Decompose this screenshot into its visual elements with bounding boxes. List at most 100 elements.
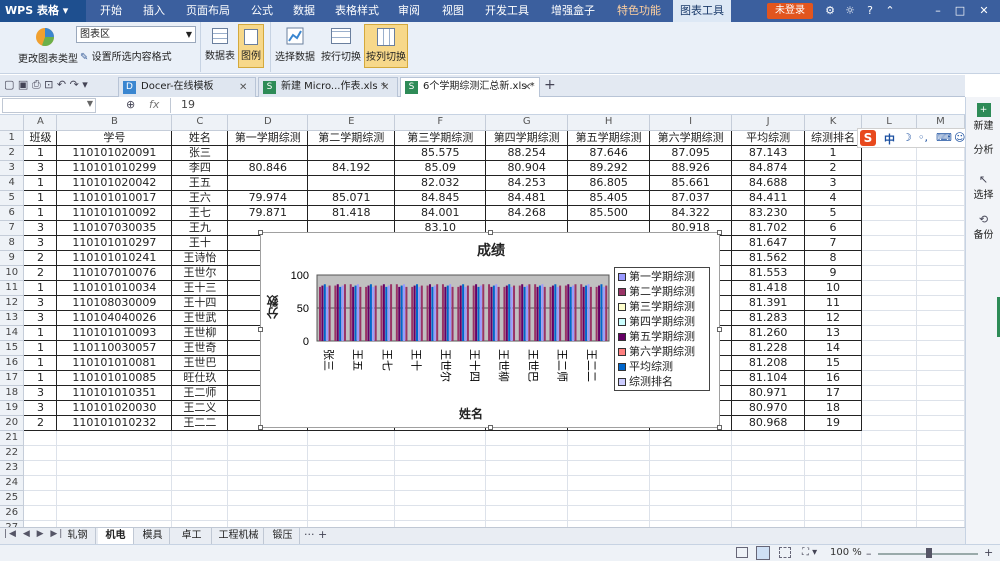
header-cell[interactable]: 姓名	[171, 130, 229, 146]
cell[interactable]	[649, 445, 733, 461]
close-icon[interactable]: ✕	[976, 3, 992, 19]
cell[interactable]: 3	[23, 385, 58, 401]
cell[interactable]	[394, 445, 487, 461]
tab-close-icon[interactable]: ✕	[381, 79, 393, 97]
cell[interactable]	[485, 520, 569, 527]
resize-handle[interactable]	[717, 327, 722, 332]
cell[interactable]	[804, 490, 863, 506]
cell[interactable]: 84.874	[731, 160, 806, 176]
cell[interactable]	[804, 505, 863, 521]
cell[interactable]	[56, 505, 173, 521]
new-doc-panel-button[interactable]: + 新建	[966, 103, 1000, 132]
user-icon[interactable]: ☺	[954, 131, 965, 144]
format-selection-button[interactable]: ✎ 设置所选内容格式	[80, 50, 200, 66]
cell[interactable]	[394, 475, 487, 491]
cell[interactable]: 84.268	[485, 205, 569, 221]
sheet-tab[interactable]: 锻压	[266, 528, 300, 544]
cell[interactable]	[56, 520, 173, 527]
cell[interactable]: 1	[23, 145, 58, 161]
cell[interactable]: 110101010297	[56, 235, 173, 251]
cell[interactable]	[916, 430, 965, 446]
header-cell[interactable]: 第三学期综测	[394, 130, 487, 146]
tab-close-icon[interactable]: ✕	[523, 79, 535, 97]
cell[interactable]: 2	[804, 160, 863, 176]
cell[interactable]: 110110030057	[56, 340, 173, 356]
cell[interactable]	[916, 445, 965, 461]
cell[interactable]: 4	[804, 190, 863, 206]
row-header[interactable]: 10	[0, 265, 25, 281]
cell[interactable]	[804, 445, 863, 461]
row-header[interactable]: 5	[0, 190, 25, 206]
row-header[interactable]: 6	[0, 205, 25, 221]
cell[interactable]	[861, 355, 917, 371]
fullscreen-icon[interactable]: ⛶ ▾	[802, 547, 817, 558]
new-file-icon[interactable]: ▢	[4, 78, 14, 91]
tab-close-icon[interactable]: ✕	[239, 79, 251, 97]
cell[interactable]: 81.562	[731, 250, 806, 266]
legend-entry[interactable]: 第三学期综测	[618, 300, 695, 314]
cell[interactable]	[916, 415, 965, 431]
cell[interactable]	[23, 475, 58, 491]
punctuation-icon[interactable]: ☽	[902, 131, 912, 144]
header-cell[interactable]: 学号	[56, 130, 173, 146]
cell[interactable]	[916, 400, 965, 416]
cell[interactable]	[307, 490, 396, 506]
cell[interactable]	[227, 445, 309, 461]
cell[interactable]	[394, 430, 487, 446]
cell[interactable]	[861, 400, 917, 416]
menu-tab[interactable]: 数据	[286, 0, 322, 22]
cell[interactable]: 2	[23, 415, 58, 431]
cell[interactable]: 3	[23, 295, 58, 311]
cell[interactable]: 王世尔	[171, 265, 229, 281]
cell[interactable]	[916, 190, 965, 206]
row-header[interactable]: 1	[0, 130, 25, 146]
redo-icon[interactable]: ↷	[70, 78, 79, 91]
page-break-icon[interactable]	[779, 547, 791, 558]
column-header[interactable]: E	[307, 115, 396, 131]
cell[interactable]	[861, 160, 917, 176]
cell[interactable]	[861, 280, 917, 296]
normal-view-icon[interactable]	[736, 547, 748, 558]
column-header[interactable]: J	[731, 115, 806, 131]
cell[interactable]	[916, 340, 965, 356]
save-icon[interactable]: ▣	[18, 78, 28, 91]
cell[interactable]	[171, 505, 229, 521]
cell[interactable]: 81.418	[731, 280, 806, 296]
resize-handle[interactable]	[488, 425, 493, 430]
header-cell[interactable]: 第四学期综测	[485, 130, 569, 146]
cell[interactable]	[916, 475, 965, 491]
sheet-tab[interactable]: 卓工	[172, 528, 212, 544]
cell[interactable]: 王诗怡	[171, 250, 229, 266]
header-cell[interactable]: 第六学期综测	[649, 130, 733, 146]
row-header[interactable]: 7	[0, 220, 25, 236]
header-cell[interactable]: 班级	[23, 130, 58, 146]
cell[interactable]	[861, 220, 917, 236]
row-header[interactable]: 23	[0, 460, 25, 476]
fullwidth-icon[interactable]: ◦,	[918, 131, 928, 144]
cell[interactable]: 81.418	[307, 205, 396, 221]
cell[interactable]	[916, 280, 965, 296]
skin-icon[interactable]: ☼	[842, 3, 858, 19]
cell[interactable]: 1	[804, 145, 863, 161]
cell[interactable]	[861, 295, 917, 311]
legend-entry[interactable]: 第二学期综测	[618, 285, 695, 299]
cell[interactable]	[485, 505, 569, 521]
row-header[interactable]: 24	[0, 475, 25, 491]
cell[interactable]: 14	[804, 340, 863, 356]
zoom-out-icon[interactable]: –	[866, 547, 872, 560]
plot-area[interactable]: 100 50 0 张三 王五 王七 王十 王世尔 王十四 王世柳 王世巴 王二师 王二二	[291, 270, 610, 382]
page-layout-icon[interactable]	[756, 546, 770, 560]
cell[interactable]: 王二义	[171, 400, 229, 416]
cell[interactable]: 110101010241	[56, 250, 173, 266]
cell[interactable]: 3	[804, 175, 863, 191]
cell[interactable]	[804, 520, 863, 527]
cell[interactable]: 18	[804, 400, 863, 416]
cell[interactable]: 1	[23, 205, 58, 221]
cell[interactable]	[861, 190, 917, 206]
resize-handle[interactable]	[258, 425, 263, 430]
cell[interactable]	[916, 220, 965, 236]
cell[interactable]: 9	[804, 265, 863, 281]
cell[interactable]: 84.688	[731, 175, 806, 191]
cell[interactable]	[861, 310, 917, 326]
cell[interactable]: 89.292	[567, 160, 651, 176]
